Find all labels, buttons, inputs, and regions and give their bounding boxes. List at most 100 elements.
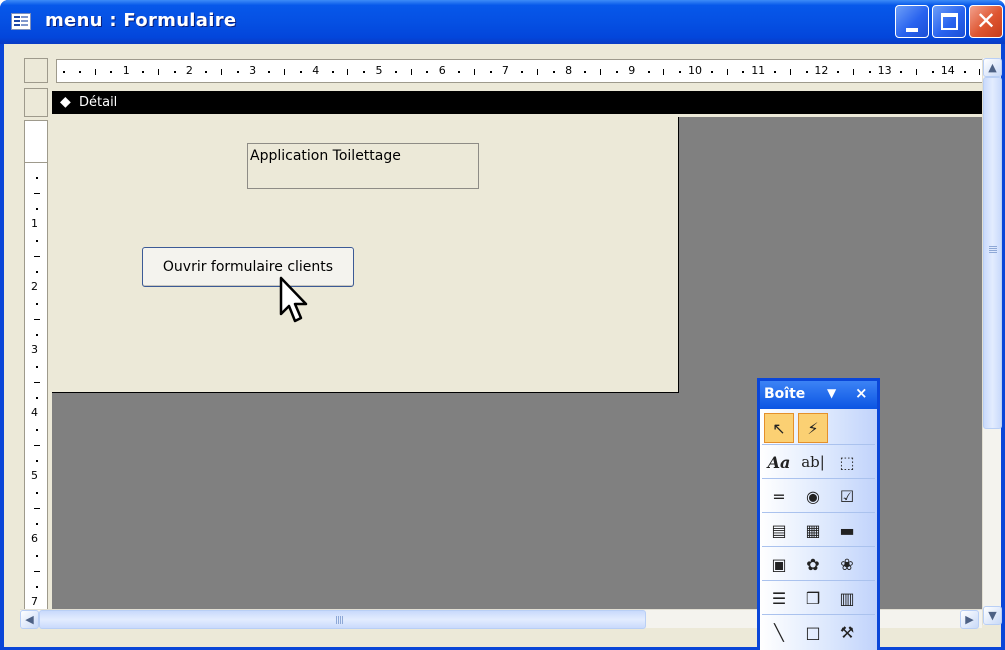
title-bar[interactable]: menu : Formulaire ✕: [0, 0, 1005, 44]
vertical-scroll-thumb[interactable]: [983, 77, 1002, 429]
close-icon: ✕: [976, 7, 997, 35]
toolbox-options-icon[interactable]: ▼: [827, 386, 836, 400]
ruler-tick: [36, 334, 38, 337]
ruler-tick: [347, 69, 349, 75]
close-button[interactable]: ✕: [969, 5, 1003, 38]
window-title: menu : Formulaire: [45, 10, 237, 31]
ruler-number: 10: [688, 64, 702, 77]
ruler-tick: [742, 71, 745, 73]
ruler-tick: [300, 71, 302, 73]
ruler-tick: [36, 176, 38, 179]
horizontal-ruler-scale: 1 2 3 4 5 6 7 8 9 10 11 12 13 14: [57, 60, 985, 82]
toolbox-separator: [762, 512, 875, 513]
ruler-tick: [284, 69, 286, 75]
ruler-tick: [205, 71, 208, 73]
ruler-tick: [963, 71, 966, 73]
scroll-up-button[interactable]: ▲: [983, 58, 1002, 77]
ruler-tick: [552, 71, 555, 73]
toolbox-close-icon[interactable]: ×: [855, 384, 868, 402]
scroll-down-button[interactable]: ▼: [983, 606, 1002, 625]
ruler-number: 12: [814, 64, 829, 77]
toolbox-panel[interactable]: Boîte ▼ × ↖ ⚡ Aa ab| ⬚ = ◉ ☑ ▤ ▦ ▬ ▣ ✿ ❀ ☰ ❒ ▥ ╲ □ ⚒: [757, 378, 880, 650]
toolbox-separator: [762, 580, 875, 581]
select-objects-icon[interactable]: ↖: [764, 413, 794, 443]
ruler-number: 7: [31, 595, 38, 608]
ruler-tick: [726, 69, 728, 75]
ruler-tick: [36, 491, 38, 494]
tab-control-tool-icon[interactable]: ❒: [798, 583, 828, 613]
page-break-tool-icon[interactable]: ☰: [764, 583, 794, 613]
bound-object-frame-icon[interactable]: ❀: [832, 549, 862, 579]
ruler-tick: [34, 381, 40, 383]
scroll-right-button[interactable]: ▶: [960, 610, 979, 629]
line-tool-icon[interactable]: ╲: [764, 617, 794, 647]
text-box-tool-icon[interactable]: ab|: [798, 447, 828, 477]
scroll-left-button[interactable]: ◀: [20, 610, 39, 629]
ruler-tick: [789, 69, 791, 75]
toggle-button-tool-icon[interactable]: =: [764, 481, 794, 511]
section-arrow-icon: ◆: [60, 94, 71, 110]
grip-icon: [336, 616, 344, 624]
ruler-number: 3: [249, 64, 257, 77]
ruler-tick: [410, 69, 412, 75]
option-group-tool-icon[interactable]: ⬚: [832, 447, 862, 477]
control-wizards-icon[interactable]: ⚡: [798, 413, 828, 443]
ruler-tick: [142, 71, 144, 73]
horizontal-scroll-thumb[interactable]: [39, 610, 646, 629]
ruler-tick: [616, 71, 618, 73]
more-controls-icon[interactable]: ⚒: [832, 617, 862, 647]
section-selector[interactable]: [24, 88, 48, 117]
application-title-label[interactable]: Application Toilettage: [247, 143, 479, 189]
ruler-tick: [78, 71, 81, 73]
combo-box-tool-icon[interactable]: ▤: [764, 515, 794, 545]
ruler-number: 13: [877, 64, 892, 77]
ruler-tick: [34, 570, 40, 572]
option-button-tool-icon[interactable]: ◉: [798, 481, 828, 511]
list-box-tool-icon[interactable]: ▦: [798, 515, 828, 545]
detail-section-area[interactable]: Application Toilettage Ouvrir formulaire…: [52, 117, 679, 393]
unbound-object-frame-icon[interactable]: ✿: [798, 549, 828, 579]
vertical-ruler-top: [24, 120, 48, 163]
ruler-number: 7: [501, 64, 509, 77]
ruler-tick: [679, 71, 682, 73]
ruler-tick: [173, 71, 176, 73]
ruler-number: 8: [565, 64, 573, 77]
ruler-number: 1: [122, 64, 130, 77]
toolbox-title-bar[interactable]: Boîte ▼ ×: [760, 381, 877, 409]
form-selector[interactable]: [24, 58, 48, 83]
image-tool-icon[interactable]: ▣: [764, 549, 794, 579]
ruler-tick: [36, 208, 38, 211]
access-form-design-window: menu : Formulaire ✕ 1 2 3 4 5 6 7 8 9 10 11 12 13 14 …: [0, 0, 1005, 650]
ruler-tick: [34, 318, 40, 320]
vertical-ruler[interactable]: 1 2 3 4 5 6 7: [24, 162, 48, 625]
label-tool-icon[interactable]: Aa: [764, 447, 794, 477]
vertical-scrollbar[interactable]: ▲ ▼: [982, 58, 1002, 625]
horizontal-ruler[interactable]: 1 2 3 4 5 6 7 8 9 10 11 12 13 14: [56, 59, 986, 83]
ruler-tick: [236, 71, 239, 73]
detail-section-header[interactable]: ◆ Détail: [52, 91, 986, 114]
detail-section-label: Détail: [79, 95, 118, 110]
ruler-number: 3: [31, 343, 38, 356]
ruler-tick: [36, 302, 38, 305]
ruler-number: 4: [31, 406, 38, 419]
ruler-tick: [710, 71, 713, 73]
ruler-tick: [94, 69, 96, 75]
maximize-button[interactable]: [932, 5, 966, 38]
ruler-number: 2: [185, 64, 193, 77]
ruler-tick: [36, 460, 38, 463]
command-button-tool-icon[interactable]: ▬: [832, 515, 862, 545]
ruler-tick: [663, 69, 665, 75]
ruler-tick: [600, 69, 602, 75]
ruler-tick: [426, 71, 429, 73]
ruler-tick: [34, 255, 40, 257]
ruler-tick: [774, 71, 776, 73]
subform-tool-icon[interactable]: ▥: [832, 583, 862, 613]
rectangle-tool-icon[interactable]: □: [798, 617, 828, 647]
ruler-number: 6: [438, 64, 446, 77]
toolbox-title: Boîte: [764, 386, 806, 402]
maximize-icon: [941, 13, 958, 30]
ruler-tick: [458, 71, 460, 73]
open-clients-form-button[interactable]: Ouvrir formulaire clients: [142, 247, 354, 287]
check-box-tool-icon[interactable]: ☑: [832, 481, 862, 511]
minimize-button[interactable]: [895, 5, 929, 38]
